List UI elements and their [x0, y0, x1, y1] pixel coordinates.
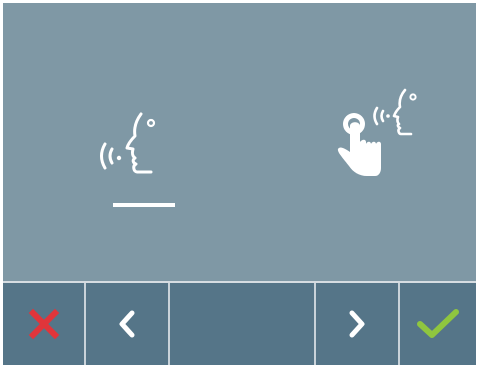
cross-icon — [28, 308, 59, 340]
push-to-talk-icon — [337, 88, 417, 176]
push-to-talk-mode-option[interactable] — [329, 86, 429, 186]
chevron-left-icon — [119, 310, 135, 338]
intercom-screen — [3, 3, 476, 365]
hands-free-talk-icon — [100, 112, 156, 174]
selected-mode-underline — [113, 203, 175, 207]
next-button[interactable] — [316, 283, 398, 365]
blank-toolbar-slot — [170, 283, 314, 365]
mode-selection-area — [3, 3, 476, 281]
bottom-toolbar — [3, 281, 476, 365]
checkmark-icon — [417, 309, 459, 338]
hands-free-mode-option[interactable] — [91, 106, 181, 216]
chevron-right-icon — [349, 310, 365, 338]
cancel-button[interactable] — [3, 283, 84, 365]
confirm-button[interactable] — [400, 283, 476, 365]
previous-button[interactable] — [86, 283, 168, 365]
